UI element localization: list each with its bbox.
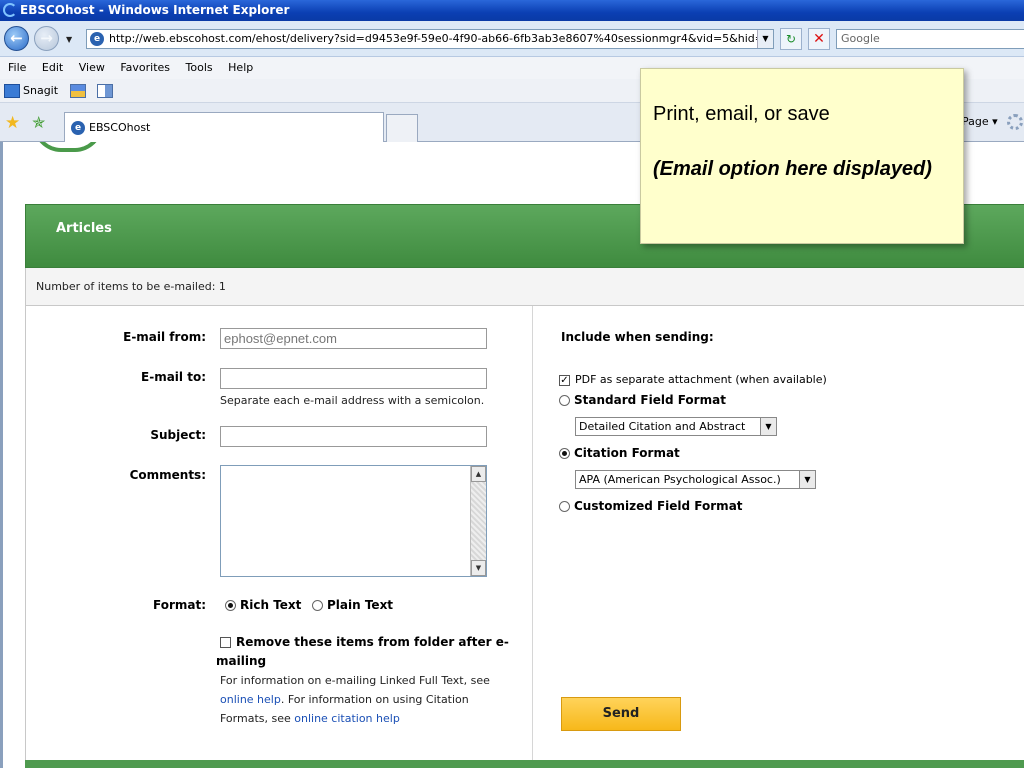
online-help-link[interactable]: online help [220, 693, 281, 706]
site-favicon-icon: e [90, 32, 104, 46]
plain-text-label: Plain Text [327, 598, 394, 612]
subject-label: Subject: [150, 428, 206, 442]
info-line-2-text: . For information on using Citation [280, 693, 469, 706]
menu-tools[interactable]: Tools [180, 57, 219, 79]
online-citation-help-link[interactable]: online citation help [294, 712, 400, 725]
page-menu[interactable]: Page ▾ [962, 115, 998, 128]
items-count: Number of items to be e-mailed: 1 [25, 268, 1024, 306]
menu-help[interactable]: Help [222, 57, 259, 79]
window-title: EBSCOhost - Windows Internet Explorer [20, 3, 290, 17]
search-input[interactable]: Google [836, 29, 1024, 49]
scroll-up-icon[interactable]: ▲ [471, 466, 486, 482]
remove-items-checkbox[interactable] [220, 637, 231, 648]
citation-format-radio[interactable] [559, 448, 570, 459]
window-title-bar: EBSCOhost - Windows Internet Explorer [0, 0, 1024, 21]
citation-format-label: Citation Format [574, 446, 680, 460]
snagit-label[interactable]: Snagit [23, 84, 58, 97]
history-dropdown-icon[interactable]: ▼ [66, 35, 72, 44]
panel-title: Articles [56, 221, 112, 236]
plain-text-radio[interactable] [312, 600, 323, 611]
menu-view[interactable]: View [73, 57, 111, 79]
scroll-down-icon[interactable]: ▼ [471, 560, 486, 576]
send-button[interactable]: Send [561, 697, 681, 731]
custom-format-option[interactable]: Customized Field Format [559, 499, 743, 513]
pdf-attachment-label: PDF as separate attachment (when availab… [575, 373, 827, 386]
rich-text-label: Rich Text [240, 598, 302, 612]
address-dropdown-icon[interactable]: ▼ [757, 30, 773, 48]
snagit-window-icon[interactable] [97, 84, 114, 98]
menu-file[interactable]: File [0, 57, 32, 79]
remove-items-label-1: Remove these items from folder after e- [236, 635, 509, 649]
ie-logo-icon [3, 3, 17, 17]
snagit-capture-icon[interactable] [69, 84, 86, 98]
standard-dropdown-icon[interactable]: ▼ [760, 418, 776, 435]
standard-format-label: Standard Field Format [574, 393, 726, 407]
email-from-label: E-mail from: [123, 330, 206, 344]
info-line-2: online help. For information on using Ci… [220, 693, 469, 706]
rich-text-radio[interactable] [225, 600, 236, 611]
pdf-attachment-option[interactable]: ✓ PDF as separate attachment (when availa… [559, 373, 827, 386]
email-to-hint: Separate each e-mail address with a semi… [220, 394, 485, 407]
citation-format-value: APA (American Psychological Assoc.) [579, 473, 781, 486]
email-to-field[interactable] [220, 368, 487, 389]
address-input[interactable]: e http://web.ebscohost.com/ehost/deliver… [86, 29, 774, 49]
address-url: http://web.ebscohost.com/ehost/delivery?… [109, 32, 774, 45]
callout-line-2: (Email option here displayed) [653, 158, 932, 180]
standard-format-radio[interactable] [559, 395, 570, 406]
favorites-star-icon[interactable]: ★ [5, 113, 20, 133]
add-favorite-icon[interactable]: ✯ [32, 113, 45, 132]
format-label: Format: [152, 598, 206, 612]
custom-format-label: Customized Field Format [574, 499, 743, 513]
info-line-3-text: Formats, see [220, 712, 295, 725]
back-arrow-icon[interactable]: ← [4, 26, 29, 51]
remove-items-label-2: mailing [216, 654, 267, 668]
comments-textarea[interactable]: ▲ ▼ [220, 465, 487, 577]
refresh-icon[interactable]: ↻ [780, 28, 802, 50]
menu-favorites[interactable]: Favorites [114, 57, 176, 79]
tools-gear-icon[interactable] [1007, 114, 1023, 130]
email-from-field[interactable]: ephost@epnet.com [220, 328, 487, 349]
comments-label: Comments: [129, 468, 206, 482]
standard-format-select[interactable]: Detailed Citation and Abstract ▼ [575, 417, 777, 436]
snagit-icon[interactable] [4, 84, 20, 98]
forward-arrow-icon[interactable]: → [34, 26, 59, 51]
new-tab-button[interactable] [386, 114, 418, 142]
panel-footer-bar [25, 760, 1024, 768]
tab-label: EBSCOhost [89, 121, 151, 134]
citation-dropdown-icon[interactable]: ▼ [799, 471, 815, 488]
include-heading: Include when sending: [561, 330, 714, 344]
subject-field[interactable] [220, 426, 487, 447]
pdf-attachment-checkbox[interactable]: ✓ [559, 374, 570, 386]
tab-favicon-icon: e [71, 121, 85, 135]
address-toolbar: ← → ▼ e http://web.ebscohost.com/ehost/d… [0, 21, 1024, 57]
standard-format-option[interactable]: Standard Field Format [559, 393, 726, 407]
annotation-callout: Print, email, or save (Email option here… [640, 68, 964, 244]
standard-format-value: Detailed Citation and Abstract [579, 420, 746, 433]
sending-options: Include when sending: ✓ PDF as separate a… [533, 306, 1024, 766]
stop-icon[interactable]: ✕ [808, 28, 830, 50]
email-to-label: E-mail to: [141, 370, 206, 384]
info-line-1: For information on e-mailing Linked Full… [220, 674, 490, 687]
ebsco-logo [33, 142, 103, 152]
remove-items-option[interactable]: Remove these items from folder after e- [220, 635, 509, 649]
menu-edit[interactable]: Edit [36, 57, 69, 79]
tab-ebscohost[interactable]: e EBSCOhost [64, 112, 384, 142]
custom-format-radio[interactable] [559, 501, 570, 512]
callout-line-1: Print, email, or save [653, 103, 830, 125]
comments-scrollbar[interactable]: ▲ ▼ [470, 466, 486, 576]
format-rich-option[interactable]: Rich Text [225, 598, 301, 612]
search-placeholder: Google [841, 32, 880, 45]
citation-format-option[interactable]: Citation Format [559, 446, 680, 460]
citation-format-select[interactable]: APA (American Psychological Assoc.) ▼ [575, 470, 816, 489]
email-form: E-mail from: ephost@epnet.com E-mail to:… [25, 306, 533, 766]
info-line-3: Formats, see online citation help [220, 712, 400, 725]
format-plain-option[interactable]: Plain Text [312, 598, 393, 612]
